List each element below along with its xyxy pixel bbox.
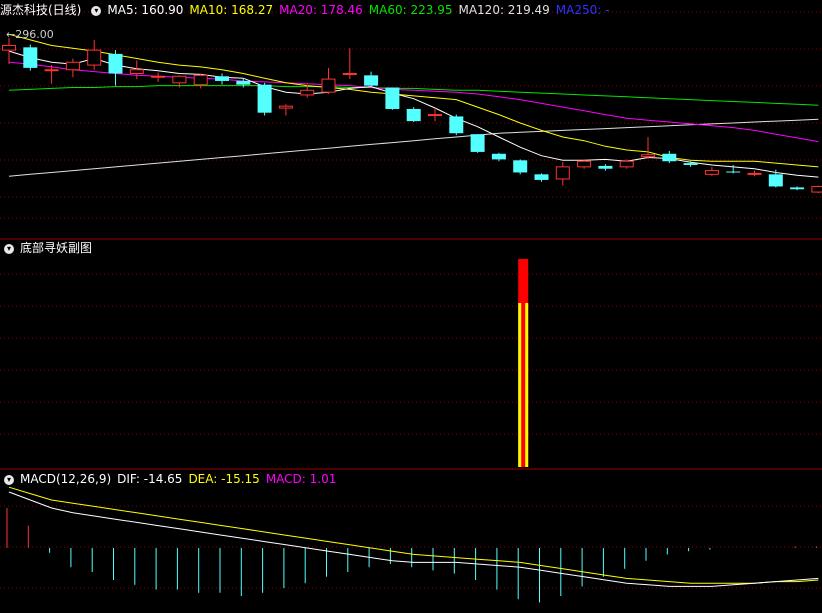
candle-body (598, 165, 613, 169)
sub-title: 底部寻妖副图 (20, 241, 93, 255)
candle-body (193, 74, 208, 86)
candle-body (747, 172, 762, 175)
dea-label: DEA: -15.15 (188, 472, 260, 486)
main-panel-header: 源杰科技(日线) ▾ MA5: 160.90 MA10: 168.27 MA20: 17… (0, 0, 615, 20)
stock-title: 源杰科技(日线) (0, 3, 82, 17)
candle-body (108, 53, 123, 74)
candle-body (151, 75, 166, 78)
candle-body (236, 80, 251, 85)
candle-body (129, 69, 144, 74)
candle-body (790, 187, 805, 190)
candle-body (23, 47, 38, 68)
ma5-label: MA5: 160.90 (107, 3, 184, 17)
candle-body (513, 160, 528, 173)
candle-body (300, 89, 315, 96)
candle-body (704, 170, 719, 175)
ma20-line (8, 61, 819, 143)
candle-body (641, 154, 655, 158)
macd-name: MACD(12,26,9) (20, 472, 112, 486)
candle-body (470, 134, 485, 152)
ma10-line (8, 33, 819, 168)
max-price-label: ←296.00 (6, 28, 54, 41)
candle-body (278, 105, 293, 109)
candle-body (406, 108, 421, 122)
candle-body (257, 84, 272, 113)
ma250-label: MA250: - (555, 3, 610, 17)
macd-label: MACD: 1.01 (265, 472, 337, 486)
candle-body (811, 185, 822, 193)
ma20-label: MA20: 178.46 (279, 3, 363, 17)
dif-label: DIF: -14.65 (117, 472, 183, 486)
candle-body (534, 174, 549, 180)
candle-body (491, 153, 506, 160)
candle-body (172, 75, 187, 84)
ma120-line (8, 118, 819, 177)
sub-panel-header: ▾ 底部寻妖副图 (0, 238, 98, 258)
chevron-down-icon[interactable]: ▾ (91, 5, 102, 16)
candle-body (65, 61, 80, 71)
chevron-down-icon[interactable]: ▾ (4, 243, 14, 254)
candle-body (321, 78, 336, 93)
candle-body (768, 174, 783, 187)
dea-line (8, 486, 819, 584)
candle-body (662, 153, 677, 162)
candle-body (449, 116, 464, 134)
chart-canvas (0, 11, 822, 603)
candle-body (619, 160, 634, 168)
candle-body (342, 72, 357, 75)
macd-panel-header: ▾ MACD(12,26,9) DIF: -14.65 DEA: -15.15 MACD… (0, 469, 342, 489)
candle-body (555, 166, 570, 180)
ma60-label: MA60: 223.95 (368, 3, 453, 17)
candle-body (577, 160, 592, 168)
candle-body (385, 87, 400, 109)
candle-body (726, 171, 741, 173)
signal-bar-core (521, 302, 526, 467)
ma120-label: MA120: 219.49 (458, 3, 550, 17)
chevron-down-icon[interactable]: ▾ (4, 474, 14, 485)
ma10-label: MA10: 168.27 (189, 3, 274, 17)
candle-body (44, 69, 59, 72)
candle-body (215, 76, 229, 81)
candle-body (683, 163, 698, 165)
candle-body (87, 49, 102, 66)
candle-body (428, 114, 442, 117)
candle-body (2, 44, 16, 51)
candle-body (364, 75, 379, 86)
